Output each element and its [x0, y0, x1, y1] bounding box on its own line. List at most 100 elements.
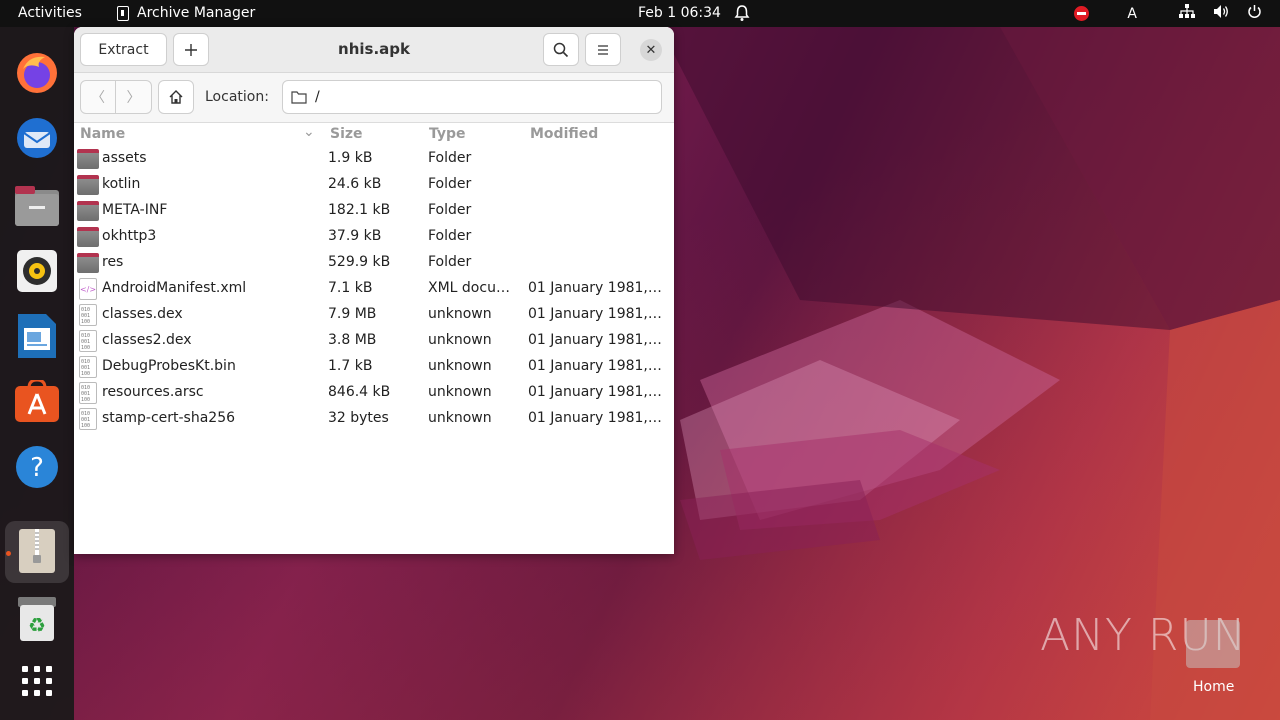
- archive-manager-menu-icon: [117, 5, 129, 21]
- column-headers: Name ⌄ Size Type Modified: [74, 122, 674, 146]
- app-center-icon[interactable]: [13, 377, 61, 425]
- file-row[interactable]: 010 001 100 classes2.dex 3.8 MB unknown 01 Jan…: [74, 328, 674, 354]
- file-name: kotlin: [102, 176, 141, 192]
- location-field[interactable]: /: [282, 80, 662, 114]
- file-type: unknown: [428, 410, 492, 426]
- file-name: stamp-cert-sha256: [102, 410, 236, 426]
- help-icon[interactable]: ?: [13, 443, 61, 491]
- close-window-button[interactable]: ✕: [640, 39, 662, 61]
- location-path: /: [315, 89, 320, 105]
- power-icon: [1247, 4, 1262, 23]
- xml-file-icon: </>: [79, 278, 97, 300]
- column-modified[interactable]: Modified: [530, 126, 598, 142]
- file-row[interactable]: okhttp3 37.9 kB Folder: [74, 224, 674, 250]
- back-button[interactable]: 〈: [81, 81, 117, 113]
- libreoffice-writer-icon[interactable]: [13, 312, 61, 360]
- svg-text:?: ?: [30, 453, 44, 483]
- header-bar: Extract nhis.apk ✕: [74, 27, 674, 73]
- archive-manager-icon[interactable]: [13, 527, 61, 575]
- file-modified: 01 January 1981,…: [528, 384, 662, 400]
- binary-file-icon: 010 001 100: [79, 382, 97, 404]
- volume-icon: [1213, 4, 1229, 23]
- top-bar: Activities Archive Manager Feb 1 06:34 A: [0, 0, 1280, 27]
- file-row[interactable]: 010 001 100 resources.arsc 846.4 kB unknown 01…: [74, 380, 674, 406]
- file-type: unknown: [428, 332, 492, 348]
- network-icon: [1179, 4, 1195, 23]
- clock[interactable]: Feb 1 06:34: [638, 5, 721, 21]
- dock: ? ♻: [0, 27, 74, 720]
- window-title: nhis.apk: [338, 40, 410, 58]
- running-indicator: [6, 551, 11, 556]
- main-menu-button[interactable]: [585, 33, 621, 66]
- file-row[interactable]: assets 1.9 kB Folder: [74, 146, 674, 172]
- file-row[interactable]: META-INF 182.1 kB Folder: [74, 198, 674, 224]
- file-name: assets: [102, 150, 147, 166]
- file-row[interactable]: 010 001 100 stamp-cert-sha256 32 bytes unknow…: [74, 406, 674, 432]
- file-name: resources.arsc: [102, 384, 204, 400]
- thunderbird-icon[interactable]: [13, 113, 61, 161]
- file-list: assets 1.9 kB Folder kotlin 24.6 kB Folder MET…: [74, 146, 674, 432]
- file-row[interactable]: 010 001 100 classes.dex 7.9 MB unknown 01 Janu…: [74, 302, 674, 328]
- forward-button[interactable]: 〉: [116, 81, 151, 113]
- column-size[interactable]: Size: [330, 126, 363, 142]
- file-size: 529.9 kB: [328, 254, 391, 270]
- file-size: 7.1 kB: [328, 280, 373, 296]
- file-row[interactable]: </> AndroidManifest.xml 7.1 kB XML docu… 01 …: [74, 276, 674, 302]
- system-tray[interactable]: A: [1074, 4, 1262, 23]
- navigation-buttons: 〈 〉: [80, 80, 152, 114]
- folder-icon: [77, 201, 99, 221]
- do-not-disturb-icon: [1074, 6, 1090, 21]
- search-icon: [553, 42, 569, 57]
- folder-icon: [77, 253, 99, 273]
- file-size: 32 bytes: [328, 410, 389, 426]
- files-icon[interactable]: [13, 182, 61, 230]
- chevron-left-icon: 〈: [91, 90, 105, 106]
- file-name: classes.dex: [102, 306, 183, 322]
- file-size: 37.9 kB: [328, 228, 382, 244]
- binary-file-icon: 010 001 100: [79, 408, 97, 430]
- trash-icon[interactable]: ♻: [13, 595, 61, 643]
- column-type[interactable]: Type: [429, 126, 466, 142]
- file-modified: 01 January 1981,…: [528, 280, 662, 296]
- home-icon: [169, 90, 183, 104]
- file-name: META-INF: [102, 202, 168, 218]
- file-type: Folder: [428, 228, 472, 244]
- search-button[interactable]: [543, 33, 579, 66]
- app-menu[interactable]: Archive Manager: [117, 5, 255, 21]
- location-label: Location:: [205, 89, 269, 105]
- file-modified: 01 January 1981,…: [528, 332, 662, 348]
- file-size: 1.7 kB: [328, 358, 373, 374]
- archive-manager-window: Extract nhis.apk ✕ 〈 〉 Location: / Name: [74, 27, 674, 554]
- input-method-indicator: A: [1127, 5, 1137, 22]
- column-name[interactable]: Name: [80, 126, 125, 142]
- file-type: Folder: [428, 254, 472, 270]
- file-name: DebugProbesKt.bin: [102, 358, 236, 374]
- file-size: 1.9 kB: [328, 150, 373, 166]
- home-button[interactable]: [158, 80, 194, 114]
- file-row[interactable]: 010 001 100 DebugProbesKt.bin 1.7 kB unknown 0…: [74, 354, 674, 380]
- file-name: AndroidManifest.xml: [102, 280, 247, 296]
- home-folder-icon[interactable]: [1186, 620, 1240, 668]
- file-row[interactable]: kotlin 24.6 kB Folder: [74, 172, 674, 198]
- file-type: Folder: [428, 202, 472, 218]
- svg-text:♻: ♻: [28, 613, 46, 637]
- sort-chevron-down-icon: ⌄: [303, 124, 315, 140]
- location-toolbar: 〈 〉 Location: /: [74, 73, 674, 123]
- file-type: unknown: [428, 306, 492, 322]
- file-type: Folder: [428, 176, 472, 192]
- file-modified: 01 January 1981,…: [528, 410, 662, 426]
- rhythmbox-icon[interactable]: [13, 247, 61, 295]
- show-apps-icon[interactable]: [13, 657, 61, 705]
- file-size: 846.4 kB: [328, 384, 391, 400]
- file-name: classes2.dex: [102, 332, 192, 348]
- binary-file-icon: 010 001 100: [79, 356, 97, 378]
- file-type: unknown: [428, 384, 492, 400]
- home-folder-label[interactable]: Home: [1193, 679, 1234, 695]
- folder-icon: [291, 91, 307, 104]
- file-modified: 01 January 1981,…: [528, 306, 662, 322]
- file-modified: 01 January 1981,…: [528, 358, 662, 374]
- firefox-icon[interactable]: [13, 49, 61, 97]
- activities-button[interactable]: Activities: [18, 5, 82, 21]
- file-row[interactable]: res 529.9 kB Folder: [74, 250, 674, 276]
- notification-bell-icon[interactable]: [734, 4, 750, 26]
